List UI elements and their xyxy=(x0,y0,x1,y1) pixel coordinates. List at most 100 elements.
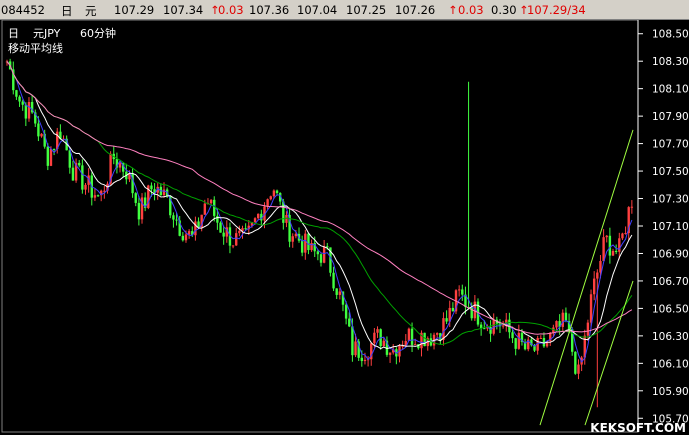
candle-body xyxy=(162,189,166,196)
candle-body xyxy=(332,272,335,289)
price-chart: 108.50 108.30 108.10 107.90 107.70 107.50 107.… xyxy=(1,20,689,435)
candle-body xyxy=(49,148,53,166)
candle-body xyxy=(84,184,87,190)
y-tick-label: 107.30 xyxy=(652,194,689,206)
candle-body xyxy=(285,214,288,223)
candle-body xyxy=(445,318,448,322)
quote-value-5: 107.25 xyxy=(346,3,387,17)
candle-body xyxy=(489,326,492,334)
y-tick-label: 108.30 xyxy=(652,56,689,68)
candle-body xyxy=(272,190,276,197)
candle-body xyxy=(630,206,634,208)
candle-body xyxy=(589,294,593,323)
candle-body xyxy=(338,291,342,295)
y-tick-label: 107.90 xyxy=(652,111,689,123)
candle-body xyxy=(238,230,241,234)
chart-period-label: 日 xyxy=(8,27,19,40)
quote-name: 元 xyxy=(85,4,97,18)
candle-body xyxy=(175,219,178,221)
y-tick-label: 105.90 xyxy=(652,386,689,398)
quote-value-3: 107.36 xyxy=(249,3,290,17)
candle-body xyxy=(37,123,40,137)
quote-value-2: 107.34 xyxy=(163,3,204,17)
candle-body xyxy=(300,240,304,253)
candle-body xyxy=(614,250,618,252)
candle-body xyxy=(134,193,137,203)
quote-value-7: 0.30 xyxy=(491,3,517,17)
candle-body xyxy=(235,233,238,246)
candle-body xyxy=(564,312,568,322)
candle-body xyxy=(275,190,279,194)
candle-body xyxy=(15,90,18,97)
candle-body xyxy=(21,101,24,105)
candle-body xyxy=(181,235,185,241)
candle-body xyxy=(40,133,43,137)
quote-change-2: 0.03 xyxy=(458,3,484,17)
candle-body xyxy=(96,195,100,197)
candle-body xyxy=(184,234,188,241)
y-tick-label: 107.70 xyxy=(652,139,689,151)
candle-body xyxy=(24,104,28,119)
y-axis: 108.50 108.30 108.10 107.90 107.70 107.50 107.… xyxy=(638,29,689,425)
chart-symbol-label: 元JPY xyxy=(33,27,61,40)
quote-value-4: 107.04 xyxy=(297,3,338,17)
candle-body xyxy=(137,202,141,220)
candle-body xyxy=(319,254,323,263)
candle-body xyxy=(621,233,624,239)
y-tick-label: 106.10 xyxy=(652,358,689,370)
candle-body xyxy=(501,325,505,327)
candle-body xyxy=(461,289,464,295)
candle-body xyxy=(596,272,599,279)
candle-body xyxy=(348,318,351,327)
candle-body xyxy=(388,352,392,355)
candle-body xyxy=(78,162,81,166)
candle-body xyxy=(376,329,379,333)
candle-body xyxy=(624,233,627,235)
candle-body xyxy=(435,333,439,335)
candle-body xyxy=(222,232,225,237)
candle-body xyxy=(219,222,222,233)
candle-body xyxy=(187,231,191,235)
candle-body xyxy=(539,337,542,339)
candle-body xyxy=(27,102,31,119)
y-tick-label: 106.50 xyxy=(652,303,689,315)
candle-body xyxy=(561,312,564,327)
candle-body xyxy=(203,203,207,215)
quote-value-6: 107.26 xyxy=(395,3,436,17)
candle-body xyxy=(574,351,577,374)
candle-body xyxy=(602,237,605,261)
y-tick-label: 108.50 xyxy=(652,29,689,41)
y-tick-label: 106.90 xyxy=(652,248,689,260)
candle-body xyxy=(71,167,75,181)
candle-body xyxy=(517,332,521,349)
y-tick-label: 106.30 xyxy=(652,331,689,343)
candle-body xyxy=(266,199,269,207)
chart-frame xyxy=(1,20,639,433)
candle-body xyxy=(410,328,414,345)
quote-bar: 084452 日 元 107.29 107.34 ↑ 0.03 107.36 1… xyxy=(0,0,689,20)
candle-body xyxy=(269,196,272,200)
candle-body xyxy=(231,245,235,247)
candle-body xyxy=(577,364,580,374)
candle-body xyxy=(150,185,153,190)
candle-body xyxy=(310,243,313,251)
quote-tail: 107.29/34 xyxy=(527,3,586,17)
candle-body xyxy=(423,332,426,347)
candle-body xyxy=(213,199,216,216)
watermark-text: KEKSOFT.COM xyxy=(590,421,686,435)
candle-body xyxy=(586,322,590,336)
indicator-label: 移动平均线 xyxy=(8,41,63,55)
candle-body xyxy=(451,307,455,312)
candle-body xyxy=(253,218,257,223)
candle-body xyxy=(354,341,357,356)
candle-body xyxy=(382,340,385,347)
candle-body xyxy=(335,288,338,295)
candle-body xyxy=(209,199,213,204)
candle-body xyxy=(216,215,219,223)
candle-body xyxy=(363,359,367,362)
candle-body xyxy=(514,338,517,349)
candle-body xyxy=(555,321,558,328)
candle-body xyxy=(81,165,84,190)
candle-body xyxy=(291,236,294,242)
candle-body xyxy=(511,332,514,339)
